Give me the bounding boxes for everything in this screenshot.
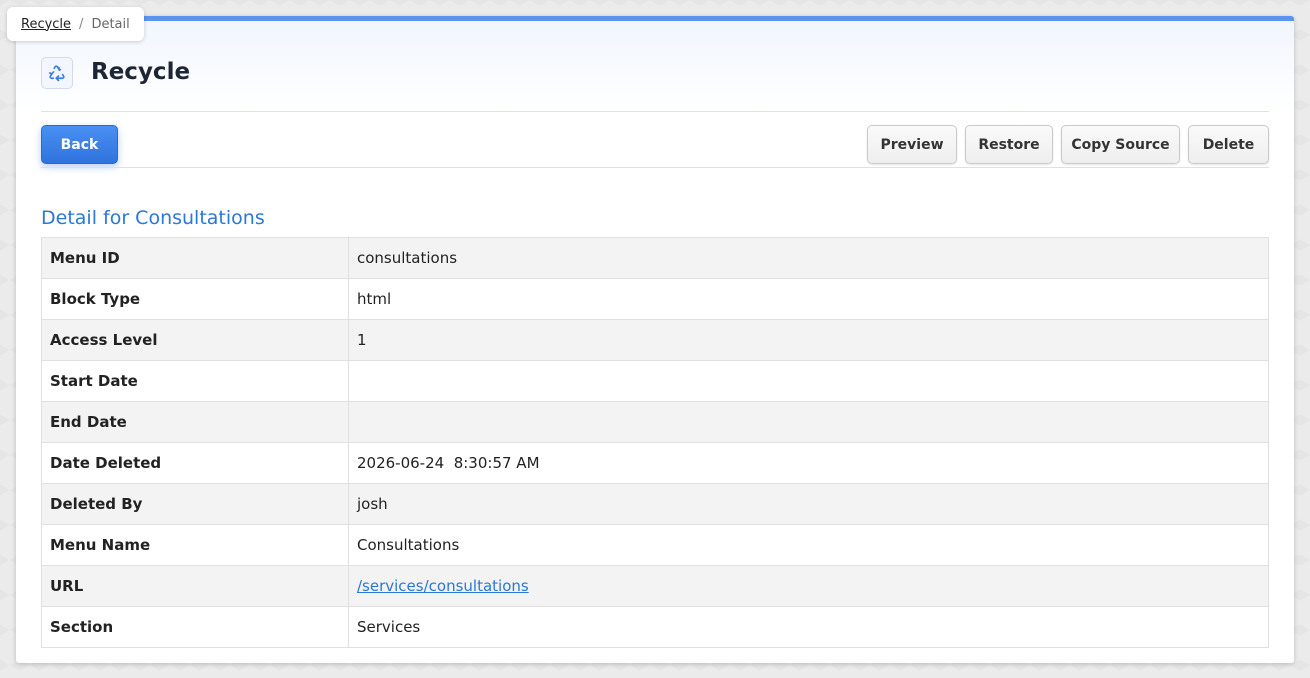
table-row: Menu ID consultations: [41, 237, 1269, 279]
url-link[interactable]: /services/consultations: [357, 577, 529, 595]
delete-button[interactable]: Delete: [1188, 125, 1269, 164]
row-label: End Date: [41, 401, 349, 443]
row-label: URL: [41, 565, 349, 607]
row-label: Access Level: [41, 319, 349, 361]
breadcrumb-current: Detail: [91, 16, 130, 32]
recycle-icon: [41, 57, 73, 89]
table-row: End Date: [41, 401, 1269, 443]
breadcrumb-separator: /: [79, 16, 84, 32]
row-label: Menu ID: [41, 237, 349, 279]
row-label: Deleted By: [41, 483, 349, 525]
row-label: Menu Name: [41, 524, 349, 566]
toolbar-divider: [41, 167, 1269, 168]
row-value: Services: [348, 606, 1269, 648]
header-divider: [41, 111, 1269, 112]
row-value: [348, 360, 1269, 402]
copy-source-button[interactable]: Copy Source: [1061, 125, 1180, 164]
row-label: Start Date: [41, 360, 349, 402]
panel-header: Recycle: [16, 21, 1294, 111]
row-value: html: [348, 278, 1269, 320]
table-row: Deleted By josh: [41, 483, 1269, 525]
breadcrumb: Recycle / Detail: [7, 7, 144, 41]
row-label: Section: [41, 606, 349, 648]
table-row: Start Date: [41, 360, 1269, 402]
detail-panel: Recycle Back Preview Restore Copy Source…: [16, 16, 1294, 663]
table-row: Block Type html: [41, 278, 1269, 320]
section-heading: Detail for Consultations: [41, 207, 265, 229]
row-label: Block Type: [41, 278, 349, 320]
detail-table: Menu ID consultations Block Type html Ac…: [41, 237, 1269, 648]
restore-button[interactable]: Restore: [965, 125, 1053, 164]
table-row: Section Services: [41, 606, 1269, 648]
preview-button[interactable]: Preview: [867, 125, 957, 164]
row-value: consultations: [348, 237, 1269, 279]
page-title: Recycle: [91, 59, 191, 85]
table-row: Menu Name Consultations: [41, 524, 1269, 566]
row-value: [348, 401, 1269, 443]
back-button[interactable]: Back: [41, 125, 118, 164]
row-value: Consultations: [348, 524, 1269, 566]
table-row: URL /services/consultations: [41, 565, 1269, 607]
table-row: Access Level 1: [41, 319, 1269, 361]
row-value: 2026-06-24 8:30:57 AM: [348, 442, 1269, 484]
row-value: 1: [348, 319, 1269, 361]
row-label: Date Deleted: [41, 442, 349, 484]
row-value: josh: [348, 483, 1269, 525]
breadcrumb-link-recycle[interactable]: Recycle: [21, 17, 71, 32]
table-row: Date Deleted 2026-06-24 8:30:57 AM: [41, 442, 1269, 484]
row-value: /services/consultations: [348, 565, 1269, 607]
